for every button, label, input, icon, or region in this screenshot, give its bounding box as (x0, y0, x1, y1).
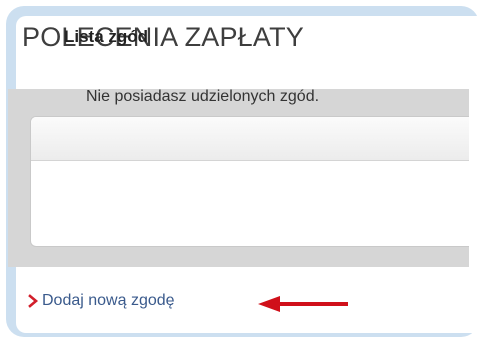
add-consent-row[interactable]: Dodaj nową zgodę (26, 289, 175, 313)
consents-card (30, 116, 469, 247)
empty-consents-message: Nie posiadasz udzielonych zgód. (86, 88, 320, 105)
consents-card-header (31, 117, 469, 161)
consents-card-title: Lista zgód (64, 27, 149, 46)
add-consent-link[interactable]: Dodaj nową zgodę (42, 292, 175, 310)
arrow-left-icon (258, 296, 348, 312)
chevron-right-icon (28, 294, 39, 308)
